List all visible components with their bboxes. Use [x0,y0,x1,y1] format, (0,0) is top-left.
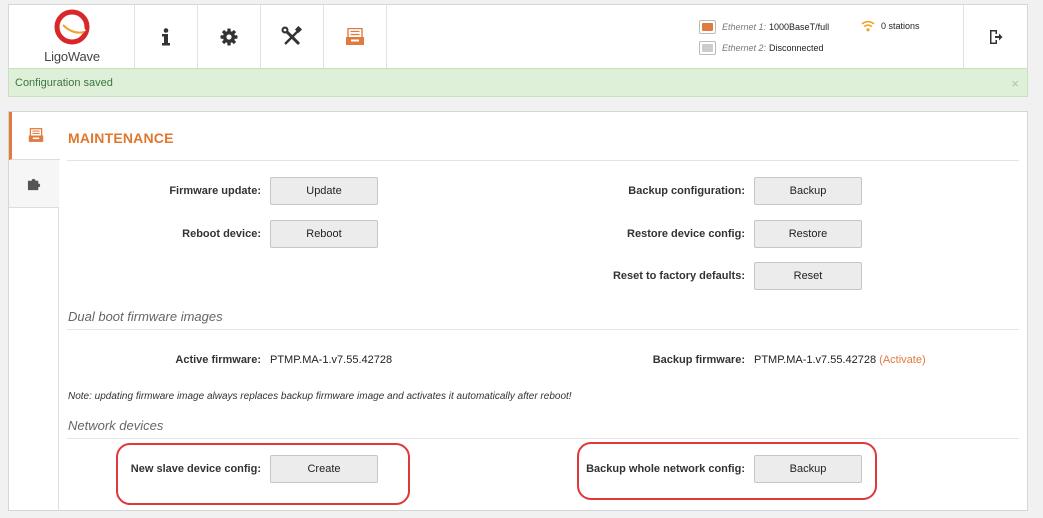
puzzle-icon [27,178,40,191]
network-devices-section-title: Network devices [68,418,164,433]
activate-firmware-link[interactable]: (Activate) [879,354,925,366]
top-header: LigoWave Ethernet 1: 1000BaseT/full Ethe… [8,4,1028,69]
ethernet-1-value: 1000BaseT/full [769,21,830,32]
firmware-note: Note: updating firmware image always rep… [68,391,572,402]
active-firmware-value: PTMP.MA-1.v7.55.42728 [270,354,393,366]
reset-button[interactable]: Reset [754,262,862,290]
backup-configuration-label: Backup configuration: [628,185,745,197]
nav-tools-button[interactable] [261,5,324,69]
active-firmware-label: Active firmware: [175,354,261,366]
tab-plugins[interactable] [9,160,59,208]
logo-text: LigoWave [44,49,100,64]
firmware-update-label: Firmware update: [169,185,261,197]
ethernet-port-icon [699,19,716,34]
maintenance-icon [346,28,364,45]
divider [67,160,1019,161]
restore-button[interactable]: Restore [754,220,862,248]
ligowave-logo[interactable]: LigoWave [9,5,135,69]
restore-config-label: Restore device config: [627,228,745,240]
factory-reset-label: Reset to factory defaults: [612,270,745,282]
reboot-device-label: Reboot device: [182,228,261,240]
backup-firmware-info: PTMP.MA-1.v7.55.42728 (Activate) [754,354,926,366]
ethernet-1-label: Ethernet 1: [722,21,767,32]
interface-status: Ethernet 1: 1000BaseT/full Ethernet 2: D… [699,17,829,59]
wireless-stations: 0 stations [861,19,920,32]
alert-message: Configuration saved [15,76,113,89]
ethernet-2-value: Disconnected [769,42,824,53]
wifi-icon [861,20,875,32]
ethernet-2-status: Ethernet 2: Disconnected [699,38,829,57]
backup-firmware-label: Backup firmware: [652,354,745,366]
ligowave-logo-icon [54,9,90,45]
success-alert: Configuration saved × [8,68,1028,97]
ethernet-2-label: Ethernet 2: [722,42,767,53]
info-icon [162,28,170,46]
reboot-button[interactable]: Reboot [270,220,378,248]
nav-maintenance-button[interactable] [324,5,387,69]
tools-icon [281,26,303,45]
backup-firmware-value: PTMP.MA-1.v7.55.42728 [754,354,877,366]
gear-icon [220,28,238,46]
backup-configuration-button[interactable]: Backup [754,177,862,205]
tab-maintenance[interactable] [9,112,60,160]
dual-boot-section-title: Dual boot firmware images [68,309,223,324]
alert-close-button[interactable]: × [1011,76,1019,91]
page-title: MAINTENANCE [68,130,174,146]
ethernet-port-disconnected-icon [699,40,716,55]
ethernet-1-status: Ethernet 1: 1000BaseT/full [699,17,829,36]
logout-button[interactable] [963,5,1027,69]
logout-icon [989,30,1002,44]
stations-count: 0 stations [881,20,920,31]
side-tabs [9,112,60,510]
divider [67,438,1019,439]
highlight-backup-network [577,442,877,500]
nav-info-button[interactable] [135,5,198,69]
maintenance-icon [28,128,44,142]
highlight-slave-config [116,443,410,505]
nav-settings-button[interactable] [198,5,261,69]
divider [67,329,1019,330]
firmware-update-button[interactable]: Update [270,177,378,205]
